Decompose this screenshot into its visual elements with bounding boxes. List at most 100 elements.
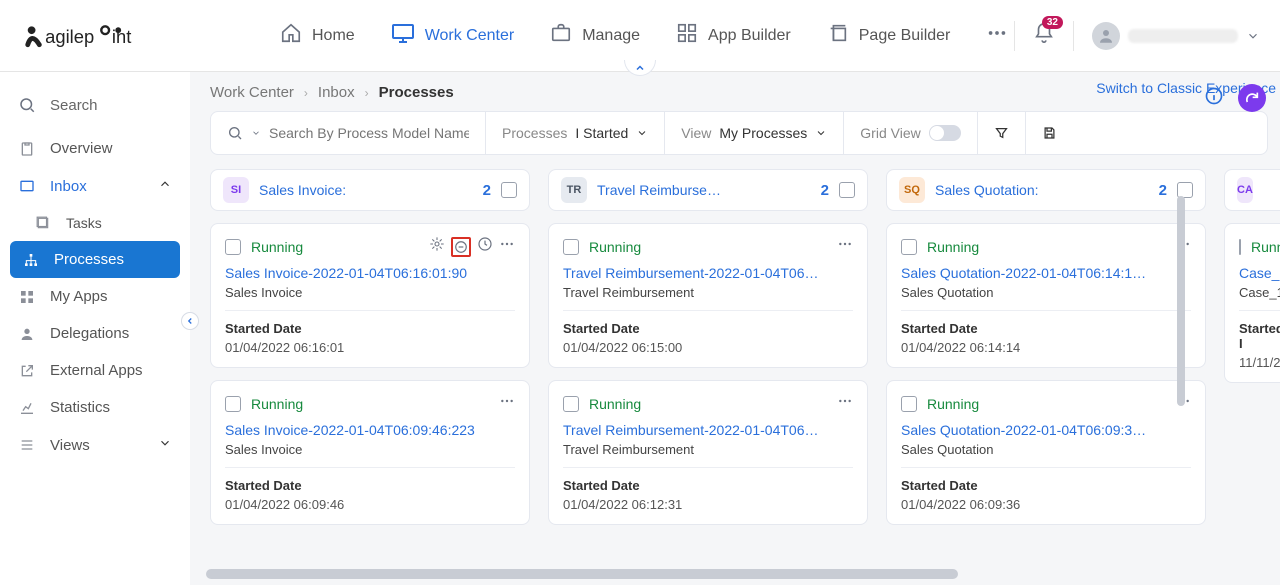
card-checkbox[interactable] xyxy=(901,239,917,255)
card-checkbox[interactable] xyxy=(901,396,917,412)
process-card[interactable]: Running Sales Invoice-2022-01-04T06:09:4… xyxy=(210,380,530,525)
refresh-button[interactable] xyxy=(1238,84,1266,112)
chevron-down-icon xyxy=(1246,29,1260,43)
tasks-icon xyxy=(34,216,52,230)
nav-more[interactable] xyxy=(986,22,1008,49)
sidebar-label: External Apps xyxy=(50,362,143,379)
external-link-icon xyxy=(18,363,36,379)
sidebar-item-statistics[interactable]: Statistics xyxy=(0,389,190,426)
kanban-board: SI Sales Invoice: 2 Running Sales Invoic… xyxy=(210,169,1280,535)
process-card[interactable]: Running Sales Quotation-2022-01-04T06:14… xyxy=(886,223,1206,368)
started-date-label: Started Date xyxy=(901,478,1191,493)
sidebar-item-tasks[interactable]: Tasks xyxy=(0,205,190,241)
card-title[interactable]: Sales Invoice-2022-01-04T06:16:01:90 xyxy=(225,265,515,281)
card-title[interactable]: Travel Reimbursement-2022-01-04T06… xyxy=(563,422,853,438)
card-subtitle: Travel Reimbursement xyxy=(563,442,853,468)
card-subtitle: Case_10 xyxy=(1239,285,1280,311)
nav-label: App Builder xyxy=(708,27,791,45)
sidebar-item-my-apps[interactable]: My Apps xyxy=(0,278,190,315)
started-date-label: Started Date xyxy=(225,321,515,336)
filter-processes[interactable]: Processes I Started xyxy=(485,112,664,154)
card-title[interactable]: Sales Invoice-2022-01-04T06:09:46:223 xyxy=(225,422,515,438)
nav-work-center[interactable]: Work Center xyxy=(391,21,515,50)
notifications-button[interactable]: 32 xyxy=(1033,22,1055,49)
card-subtitle: Sales Invoice xyxy=(225,285,515,311)
column-header[interactable]: SQ Sales Quotation: 2 xyxy=(886,169,1206,211)
person-icon xyxy=(1097,27,1115,45)
status-badge: Running xyxy=(589,396,641,412)
nav-page-builder[interactable]: Page Builder xyxy=(827,22,951,49)
column-title: Travel Reimburse… xyxy=(597,182,807,198)
nav-app-builder[interactable]: App Builder xyxy=(676,22,791,49)
sidebar-item-inbox[interactable]: Inbox xyxy=(0,167,190,205)
toggle-switch[interactable] xyxy=(929,125,961,141)
crumb-work-center[interactable]: Work Center xyxy=(210,84,294,101)
card-checkbox[interactable] xyxy=(1239,239,1241,255)
sidebar-item-delegations[interactable]: Delegations xyxy=(0,315,190,352)
card-checkbox[interactable] xyxy=(225,239,241,255)
grid-view-toggle[interactable]: Grid View xyxy=(843,112,976,154)
process-card[interactable]: Running Sales Quotation-2022-01-04T06:09… xyxy=(886,380,1206,525)
list-icon xyxy=(18,437,36,453)
save-button[interactable] xyxy=(1025,112,1073,154)
card-checkbox[interactable] xyxy=(563,239,579,255)
more-vertical-icon[interactable] xyxy=(499,393,515,414)
sidebar: Search Overview Inbox Tasks Processes My… xyxy=(0,72,190,585)
sidebar-item-processes[interactable]: Processes xyxy=(10,241,180,278)
filter-value: I Started xyxy=(575,125,628,141)
card-checkbox[interactable] xyxy=(225,396,241,412)
column-header[interactable]: CA Cas xyxy=(1224,169,1280,211)
toolbar-search[interactable] xyxy=(211,112,485,154)
sidebar-item-external-apps[interactable]: External Apps xyxy=(0,352,190,389)
more-vertical-icon[interactable] xyxy=(837,393,853,414)
more-vertical-icon[interactable] xyxy=(837,236,853,257)
vertical-scrollbar[interactable] xyxy=(1177,196,1185,496)
briefcase-icon xyxy=(550,22,572,49)
sidebar-label: Statistics xyxy=(50,399,110,416)
svg-text:int: int xyxy=(112,25,131,46)
crumb-inbox[interactable]: Inbox xyxy=(318,84,355,101)
card-title[interactable]: Travel Reimbursement-2022-01-04T06… xyxy=(563,265,853,281)
chart-icon xyxy=(18,400,36,416)
sidebar-label: Tasks xyxy=(66,215,102,231)
horizontal-scrollbar[interactable] xyxy=(206,569,1280,579)
column-checkbox[interactable] xyxy=(501,182,517,198)
user-name xyxy=(1128,29,1238,43)
column-header[interactable]: TR Travel Reimburse… 2 xyxy=(548,169,868,211)
filter-label: View xyxy=(681,125,711,141)
card-title[interactable]: Sales Quotation-2022-01-04T06:09:3… xyxy=(901,422,1191,438)
more-vertical-icon[interactable] xyxy=(499,236,515,257)
card-title[interactable]: Case_1 xyxy=(1239,265,1280,281)
info-button[interactable] xyxy=(1204,86,1224,111)
suspend-button[interactable] xyxy=(451,237,471,257)
process-card[interactable]: Running Travel Reimbursement-2022-01-04T… xyxy=(548,223,868,368)
process-card[interactable]: Running Sales Invoice-2022-01-04T06:16:0… xyxy=(210,223,530,368)
search-icon xyxy=(18,96,36,114)
card-checkbox[interactable] xyxy=(563,396,579,412)
process-search-input[interactable] xyxy=(269,125,469,141)
card-title[interactable]: Sales Quotation-2022-01-04T06:14:1… xyxy=(901,265,1191,281)
nav-home[interactable]: Home xyxy=(280,22,355,49)
column-checkbox[interactable] xyxy=(839,182,855,198)
column-title: Sales Invoice: xyxy=(259,182,469,198)
flow-icon[interactable] xyxy=(429,236,445,257)
column-badge: TR xyxy=(561,177,587,203)
process-card[interactable]: Running Case_1 Case_10 Started I 11/11/2 xyxy=(1224,223,1280,383)
user-menu[interactable] xyxy=(1092,22,1260,50)
sidebar-search[interactable]: Search xyxy=(0,88,190,130)
sidebar-item-views[interactable]: Views xyxy=(0,426,190,464)
column-count: 2 xyxy=(821,182,829,199)
filter-button[interactable] xyxy=(977,112,1025,154)
column-badge: SI xyxy=(223,177,249,203)
kanban-column: SI Sales Invoice: 2 Running Sales Invoic… xyxy=(210,169,530,525)
column-header[interactable]: SI Sales Invoice: 2 xyxy=(210,169,530,211)
process-card[interactable]: Running Travel Reimbursement-2022-01-04T… xyxy=(548,380,868,525)
sidebar-item-overview[interactable]: Overview xyxy=(0,130,190,167)
column-badge: CA xyxy=(1237,177,1253,203)
filter-view[interactable]: View My Processes xyxy=(664,112,843,154)
nav-manage[interactable]: Manage xyxy=(550,22,640,49)
column-title: Sales Quotation: xyxy=(935,182,1145,198)
history-icon[interactable] xyxy=(477,236,493,257)
chevron-right-icon: › xyxy=(365,86,369,100)
sitemap-icon xyxy=(22,252,40,268)
